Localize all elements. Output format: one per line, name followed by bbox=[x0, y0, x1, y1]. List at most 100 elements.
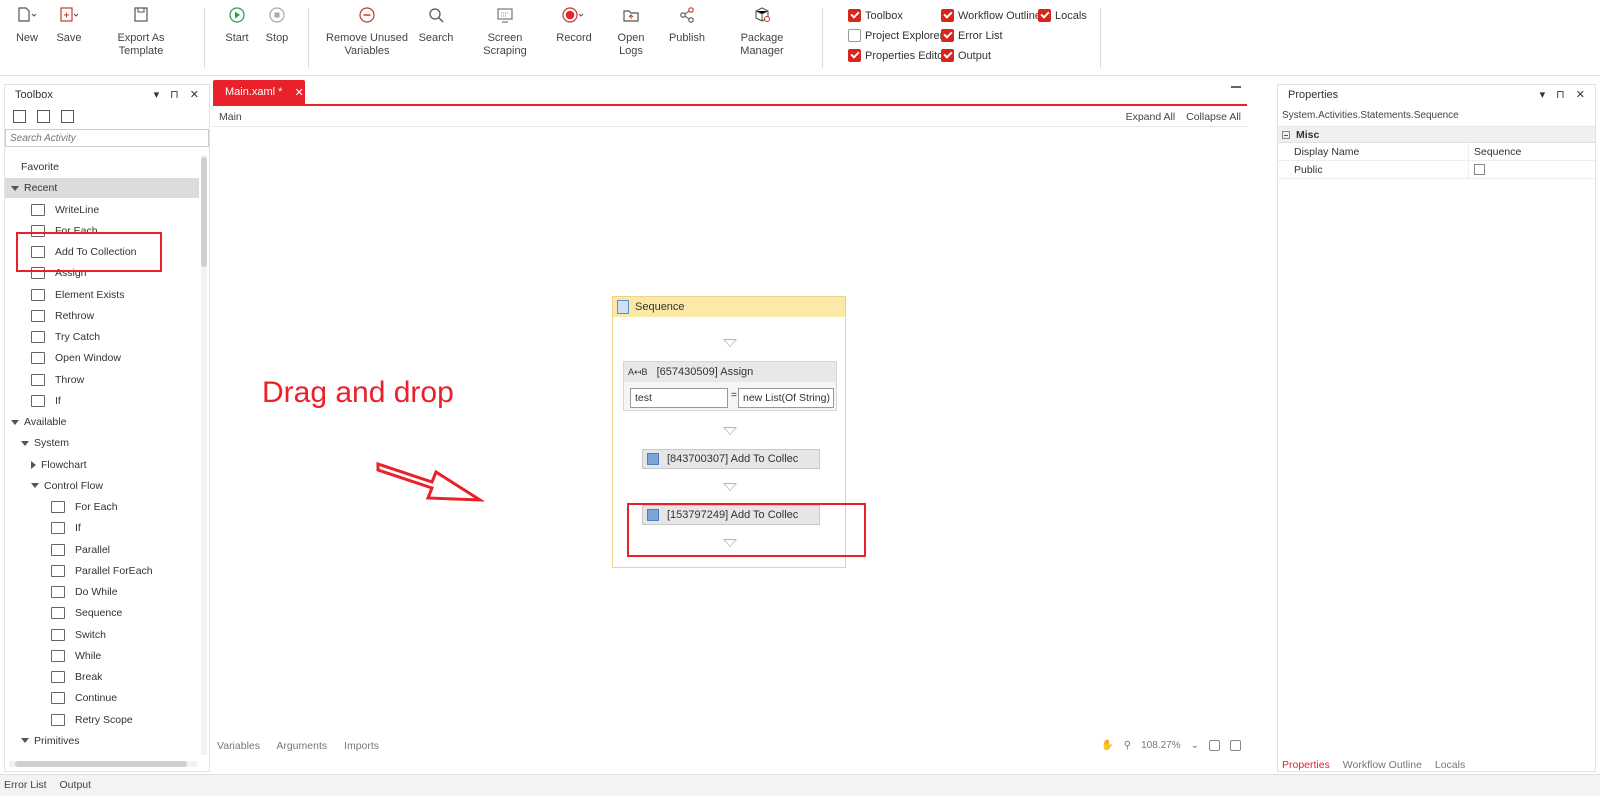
new-button[interactable]: New bbox=[14, 6, 40, 45]
zoom-search-icon[interactable]: ⚲ bbox=[1124, 740, 1131, 751]
sequence-header[interactable]: Sequence bbox=[613, 297, 845, 317]
toggle-output[interactable]: Output bbox=[941, 49, 991, 62]
checkbox-checked[interactable] bbox=[941, 49, 954, 62]
package-icon bbox=[718, 6, 806, 28]
assign-to-field[interactable]: test bbox=[630, 388, 728, 408]
close-icon[interactable]: ✕ bbox=[294, 86, 303, 99]
activity-icon bbox=[31, 203, 45, 216]
stop-button[interactable]: Stop bbox=[262, 6, 292, 45]
toggle-error-list[interactable]: Error List bbox=[941, 29, 1003, 42]
tree-item[interactable]: Primitives bbox=[5, 731, 199, 751]
toggle-project-explorer[interactable]: Project Explorer bbox=[848, 29, 943, 42]
toggle-locals[interactable]: Locals bbox=[1038, 9, 1087, 22]
tab-menu-icon[interactable] bbox=[1231, 86, 1241, 96]
tab-variables[interactable]: Variables bbox=[217, 740, 260, 752]
tree-item[interactable]: Recent bbox=[5, 178, 199, 199]
tree-item[interactable]: Parallel ForEach bbox=[5, 561, 199, 581]
collapsed-arrow-icon[interactable] bbox=[31, 460, 36, 469]
assign-header[interactable]: A↤B [657430509] Assign bbox=[624, 362, 836, 382]
open-logs-button[interactable]: Open Logs bbox=[606, 6, 656, 58]
hand-pan-icon[interactable]: ✋ bbox=[1101, 740, 1113, 751]
checkbox-checked[interactable] bbox=[941, 9, 954, 22]
activity-icon bbox=[31, 352, 45, 365]
tab-properties[interactable]: Properties bbox=[1282, 759, 1330, 771]
tree-item[interactable]: Break bbox=[5, 667, 199, 687]
tree-item[interactable]: Favorite bbox=[5, 157, 199, 177]
tree-item[interactable]: Try Catch bbox=[5, 327, 199, 347]
export-template-button[interactable]: Export As Template bbox=[96, 6, 186, 58]
toolbox-horizontal-scrollbar[interactable] bbox=[9, 761, 197, 767]
search-activity-input[interactable] bbox=[5, 129, 209, 147]
tab-locals[interactable]: Locals bbox=[1435, 759, 1465, 771]
expand-all-icon[interactable] bbox=[13, 109, 26, 123]
toggle-toolbox[interactable]: Toolbox bbox=[848, 9, 903, 22]
checkbox-checked[interactable] bbox=[848, 49, 861, 62]
assign-value-field[interactable]: new List(Of String) bbox=[738, 388, 834, 408]
tree-item[interactable]: System bbox=[5, 433, 199, 453]
tree-item[interactable]: Parallel bbox=[5, 540, 199, 560]
tab-main-xaml[interactable]: Main.xaml * ✕ bbox=[213, 80, 305, 104]
tree-item[interactable]: Do While bbox=[5, 582, 199, 602]
list-view-icon[interactable] bbox=[61, 109, 74, 123]
tab-error-list[interactable]: Error List bbox=[4, 779, 47, 791]
tab-imports[interactable]: Imports bbox=[344, 740, 379, 752]
panel-controls[interactable]: ▾ ⊓ ✕ bbox=[154, 88, 203, 101]
tree-item[interactable]: Control Flow bbox=[5, 476, 199, 496]
publish-button[interactable]: Publish bbox=[668, 6, 706, 45]
tree-item[interactable]: Throw bbox=[5, 370, 199, 390]
tree-item[interactable]: Open Window bbox=[5, 348, 199, 368]
tab-output[interactable]: Output bbox=[60, 779, 92, 791]
tab-arguments[interactable]: Arguments bbox=[276, 740, 327, 752]
collapse-all-icon[interactable] bbox=[37, 109, 50, 123]
package-manager-button[interactable]: Package Manager bbox=[718, 6, 806, 58]
panel-controls[interactable]: ▾ ⊓ ✕ bbox=[1540, 88, 1589, 101]
assign-activity[interactable]: A↤B [657430509] Assign test = new List(O… bbox=[623, 361, 837, 411]
tree-item[interactable]: Flowchart bbox=[5, 455, 199, 475]
public-checkbox[interactable] bbox=[1474, 164, 1485, 175]
expand-all-link[interactable]: Expand All bbox=[1126, 111, 1176, 123]
chevron-down-icon[interactable]: ⌄ bbox=[1191, 740, 1199, 751]
tree-item[interactable]: Element Exists bbox=[5, 285, 199, 305]
property-public[interactable]: Public bbox=[1278, 161, 1595, 179]
search-button[interactable]: Search bbox=[418, 6, 454, 45]
expanded-arrow-icon[interactable] bbox=[21, 440, 29, 446]
expanded-arrow-icon[interactable] bbox=[21, 738, 29, 744]
record-button[interactable]: Record bbox=[556, 6, 592, 45]
collapse-icon[interactable] bbox=[1282, 131, 1290, 140]
tree-item[interactable]: If bbox=[5, 391, 199, 411]
expanded-arrow-icon[interactable] bbox=[11, 419, 19, 425]
overview-icon[interactable] bbox=[1230, 740, 1241, 751]
tree-item[interactable]: If bbox=[5, 518, 199, 538]
tree-item[interactable]: While bbox=[5, 646, 199, 666]
tree-item[interactable]: WriteLine bbox=[5, 200, 199, 220]
toolbox-vertical-scrollbar[interactable] bbox=[201, 155, 207, 755]
checkbox-checked[interactable] bbox=[848, 9, 861, 22]
tree-item[interactable]: Switch bbox=[5, 625, 199, 645]
tree-item[interactable]: Continue bbox=[5, 688, 199, 708]
expanded-arrow-icon[interactable] bbox=[11, 185, 19, 191]
screen-scraping-button[interactable]: Screen Scraping bbox=[466, 6, 544, 58]
tree-item[interactable]: Retry Scope bbox=[5, 710, 199, 730]
tab-workflow-outline[interactable]: Workflow Outline bbox=[1343, 759, 1422, 771]
toggle-properties-editor[interactable]: Properties Editor bbox=[848, 49, 947, 62]
display-name-value[interactable]: Sequence bbox=[1474, 143, 1521, 161]
add-to-collection-activity[interactable]: [843700307] Add To Collec bbox=[642, 449, 820, 469]
collapse-all-link[interactable]: Collapse All bbox=[1186, 111, 1241, 123]
zoom-level[interactable]: 108.27% bbox=[1141, 740, 1180, 751]
tree-item[interactable]: Sequence bbox=[5, 603, 199, 623]
toggle-workflow-outline[interactable]: Workflow Outline bbox=[941, 9, 1041, 22]
tree-item[interactable]: Available bbox=[5, 412, 199, 432]
activity-icon bbox=[31, 331, 45, 343]
category-misc[interactable]: Misc bbox=[1278, 127, 1595, 143]
remove-unused-variables-button[interactable]: Remove Unused Variables bbox=[326, 6, 408, 58]
checkbox-unchecked[interactable] bbox=[848, 29, 861, 42]
tree-item[interactable]: For Each bbox=[5, 497, 199, 517]
checkbox-checked[interactable] bbox=[941, 29, 954, 42]
property-display-name[interactable]: Display Name Sequence bbox=[1278, 143, 1595, 161]
save-button[interactable]: Save bbox=[56, 6, 82, 45]
start-button[interactable]: Start bbox=[222, 6, 252, 45]
fit-to-screen-icon[interactable] bbox=[1209, 740, 1220, 751]
tree-item[interactable]: Rethrow bbox=[5, 306, 199, 326]
expanded-arrow-icon[interactable] bbox=[31, 483, 39, 489]
checkbox-checked[interactable] bbox=[1038, 9, 1051, 22]
